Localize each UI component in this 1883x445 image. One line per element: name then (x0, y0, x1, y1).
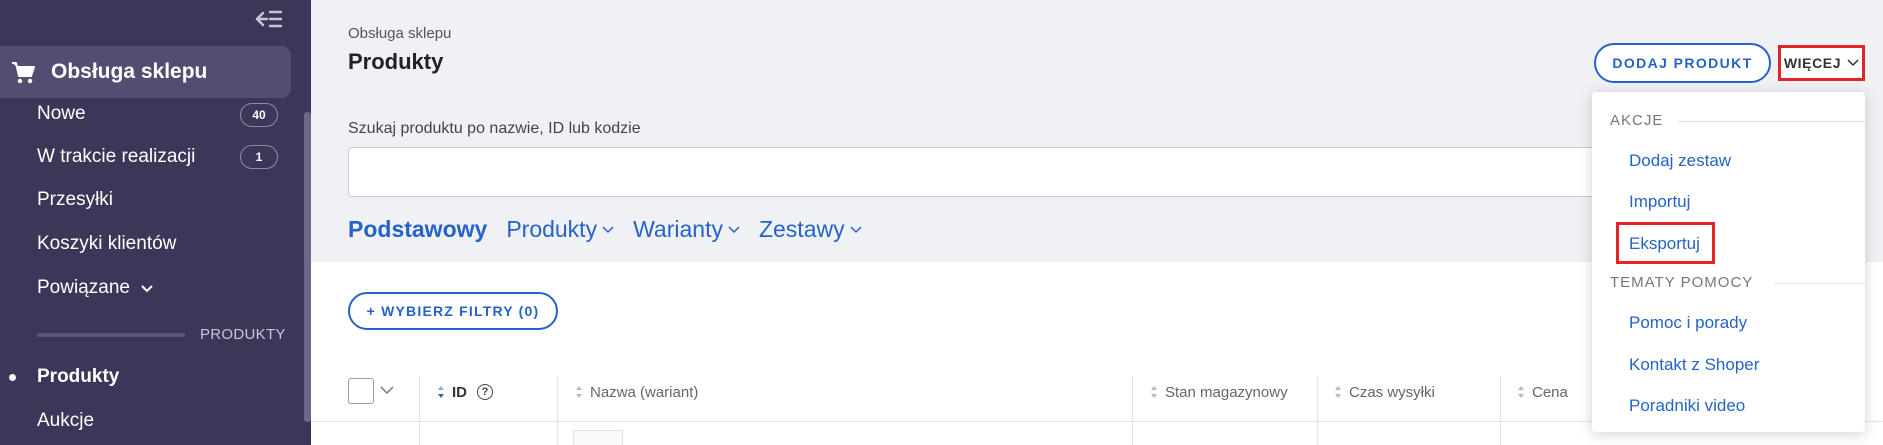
more-button-label: WIĘCEJ (1783, 55, 1842, 71)
sidebar-item-auctions[interactable]: Aukcje (37, 410, 94, 432)
column-header-id[interactable]: ID ? (437, 383, 493, 401)
chevron-down-icon (1847, 59, 1859, 67)
dropdown-divider (1678, 121, 1865, 122)
sidebar-group-label: Obsługa sklepu (51, 60, 208, 83)
menu-item-help-tips[interactable]: Pomoc i porady (1629, 313, 1747, 333)
menu-item-video-guides[interactable]: Poradniki video (1629, 396, 1745, 416)
column-label: Cena (1532, 383, 1568, 401)
count-badge: 40 (240, 103, 278, 127)
view-tabs: Podstawowy Produkty Warianty Zestawy (348, 216, 881, 243)
column-label: ID (452, 383, 467, 401)
search-input[interactable] (348, 147, 1598, 197)
tab-label: Warianty (633, 216, 723, 242)
menu-item-add-set[interactable]: Dodaj zestaw (1629, 151, 1731, 171)
chevron-down-icon (728, 225, 740, 233)
sidebar-item-label: Koszyki klientów (37, 233, 177, 254)
tab-sets[interactable]: Zestawy (759, 216, 862, 243)
more-button[interactable]: WIĘCEJ (1778, 45, 1865, 81)
sidebar-item-products[interactable]: Produkty (37, 366, 119, 388)
dropdown-section-help: TEMATY POMOCY (1610, 274, 1754, 291)
tab-variants[interactable]: Warianty (633, 216, 740, 243)
sidebar-item-in-progress[interactable]: W trakcie realizacji (37, 146, 195, 168)
export-highlight-box (1616, 222, 1715, 264)
tab-label: Zestawy (758, 216, 845, 242)
sidebar-item-carts[interactable]: Koszyki klientów (37, 233, 176, 255)
column-label: Nazwa (wariant) (590, 383, 699, 401)
sidebar-item-nowe[interactable]: Nowe (37, 103, 86, 125)
tab-label: Produkty (506, 216, 598, 242)
column-header-price[interactable]: Cena (1517, 383, 1568, 401)
sidebar-scrollbar[interactable] (304, 112, 311, 422)
sidebar-item-label: Aukcje (37, 410, 95, 431)
chevron-down-icon (141, 285, 153, 293)
tab-label: Podstawowy (348, 216, 488, 242)
breadcrumb[interactable]: Obsługa sklepu (348, 25, 451, 42)
search-label: Szukaj produktu po nazwie, ID lub kodzie (348, 120, 641, 137)
sidebar-item-label: Przesyłki (37, 189, 114, 210)
sort-icon (1151, 386, 1157, 398)
page-title: Produkty (348, 49, 444, 74)
column-header-shipping-time[interactable]: Czas wysyłki (1334, 383, 1435, 401)
help-icon[interactable]: ? (477, 384, 493, 400)
collapse-sidebar-icon[interactable] (252, 5, 286, 33)
sidebar-group-shop-service[interactable]: Obsługa sklepu (0, 46, 291, 98)
sidebar-item-label: Powiązane (37, 277, 130, 298)
sidebar: Obsługa sklepu Nowe 40 W trakcie realiza… (0, 0, 311, 445)
section-divider (37, 333, 185, 337)
column-label: Stan magazynowy (1165, 383, 1288, 401)
active-indicator (9, 374, 16, 381)
sidebar-item-related[interactable]: Powiązane (37, 277, 154, 299)
sort-icon (438, 386, 444, 398)
column-separator (419, 376, 420, 445)
menu-item-import[interactable]: Importuj (1629, 192, 1690, 212)
column-header-stock[interactable]: Stan magazynowy (1150, 383, 1288, 401)
column-separator (1317, 376, 1318, 445)
sidebar-item-label: W trakcie realizacji (37, 146, 196, 167)
chevron-down-icon[interactable] (380, 385, 394, 395)
chevron-down-icon (602, 225, 614, 233)
column-separator (557, 376, 558, 445)
product-thumbnail[interactable] (573, 430, 623, 445)
sort-icon (576, 386, 582, 398)
column-separator (1500, 376, 1501, 445)
select-all-checkbox[interactable] (348, 378, 374, 404)
sidebar-item-label: Nowe (37, 103, 86, 124)
tab-products[interactable]: Produkty (506, 216, 614, 243)
sidebar-item-label: Produkty (37, 366, 120, 387)
choose-filters-button[interactable]: + WYBIERZ FILTRY (0) (348, 292, 558, 330)
column-header-name[interactable]: Nazwa (wariant) (575, 383, 698, 401)
sidebar-item-shipments[interactable]: Przesyłki (37, 189, 113, 211)
column-separator (1132, 376, 1133, 445)
chevron-down-icon (850, 225, 862, 233)
sort-icon (1335, 386, 1341, 398)
count-badge: 1 (240, 145, 278, 169)
column-label: Czas wysyłki (1349, 383, 1435, 401)
menu-item-contact[interactable]: Kontakt z Shoper (1629, 355, 1759, 375)
tab-basic[interactable]: Podstawowy (348, 216, 487, 243)
sort-icon (1518, 386, 1524, 398)
cart-icon (12, 62, 35, 84)
sidebar-section-label: PRODUKTY (200, 326, 286, 343)
dropdown-section-actions: AKCJE (1610, 112, 1664, 129)
dropdown-divider (1774, 283, 1865, 284)
add-product-button[interactable]: DODAJ PRODUKT (1594, 43, 1771, 83)
